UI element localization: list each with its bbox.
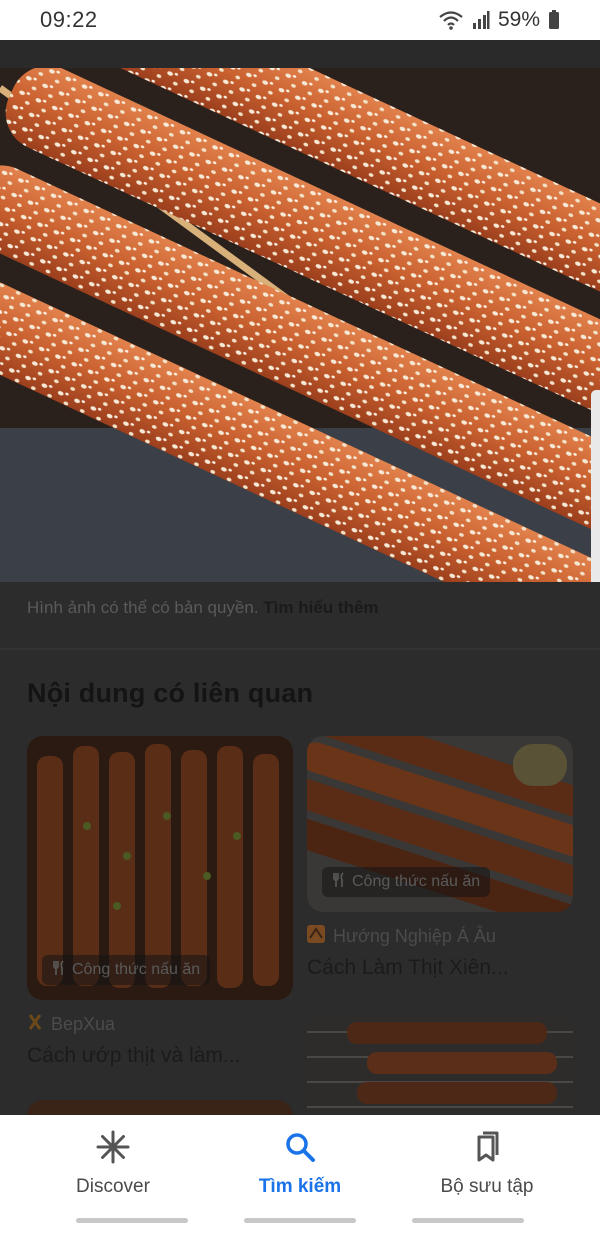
nav-collections-label: Bộ sưu tập: [440, 1176, 534, 1197]
recipe-badge-1: Công thức nấu ăn: [42, 955, 211, 985]
collections-icon: [469, 1129, 505, 1170]
battery-percent: 59%: [497, 8, 540, 31]
source-logo-icon: [307, 925, 325, 948]
signal-icon: [472, 10, 490, 30]
hero-image[interactable]: [0, 68, 600, 582]
search-icon: [282, 1129, 318, 1170]
status-indicators: 59%: [438, 8, 560, 32]
nav-handle-2: [244, 1218, 356, 1223]
asterisk-icon: [95, 1129, 131, 1170]
learn-more-link[interactable]: Tìm hiểu thêm: [263, 598, 378, 617]
nav-search[interactable]: Tìm kiếm: [200, 1129, 400, 1198]
card-source-2: Hướng Nghiệp Á Âu: [307, 925, 496, 948]
bottom-navigation: Discover Tìm kiếm Bộ sưu tập: [0, 1115, 600, 1233]
section-title: Nội dung có liên quan: [27, 678, 314, 708]
image-copyright-notice: Hình ảnh có thể có bản quyền. Tìm hiểu t…: [0, 582, 600, 648]
card-title-2[interactable]: Cách Làm Thịt Xiên...: [307, 956, 509, 980]
nav-handle-3: [412, 1218, 524, 1223]
wifi-icon: [438, 10, 464, 30]
recipe-badge-2: Công thức nấu ăn: [322, 867, 491, 897]
source-logo-icon: [27, 1013, 43, 1036]
copyright-text: Hình ảnh có thể có bản quyền.: [27, 598, 264, 617]
source-name: BepXua: [51, 1014, 116, 1034]
status-bar: 09:22 59%: [0, 0, 600, 40]
battery-icon: [548, 10, 560, 30]
fork-knife-icon: [332, 871, 346, 893]
recipe-badge-label: Công thức nấu ăn: [352, 873, 481, 890]
dimmed-header: [0, 40, 600, 68]
card-title-1[interactable]: Cách ướp thịt và làm...: [27, 1044, 240, 1068]
nav-discover[interactable]: Discover: [13, 1129, 213, 1198]
card-source-1: BepXua: [27, 1013, 115, 1036]
source-name: Hướng Nghiệp Á Âu: [333, 926, 496, 946]
fork-knife-icon: [52, 959, 66, 981]
related-content-section: Nội dung có liên quan Công thức nấu ăn B…: [0, 650, 600, 1140]
nav-search-label: Tìm kiếm: [258, 1176, 342, 1197]
related-card-image-4[interactable]: [307, 1012, 573, 1132]
nav-collections[interactable]: Bộ sưu tập: [387, 1129, 587, 1198]
nav-handle-1: [76, 1218, 188, 1223]
nav-discover-label: Discover: [76, 1176, 150, 1197]
recipe-badge-label: Công thức nấu ăn: [72, 961, 201, 978]
status-time: 09:22: [40, 7, 98, 32]
